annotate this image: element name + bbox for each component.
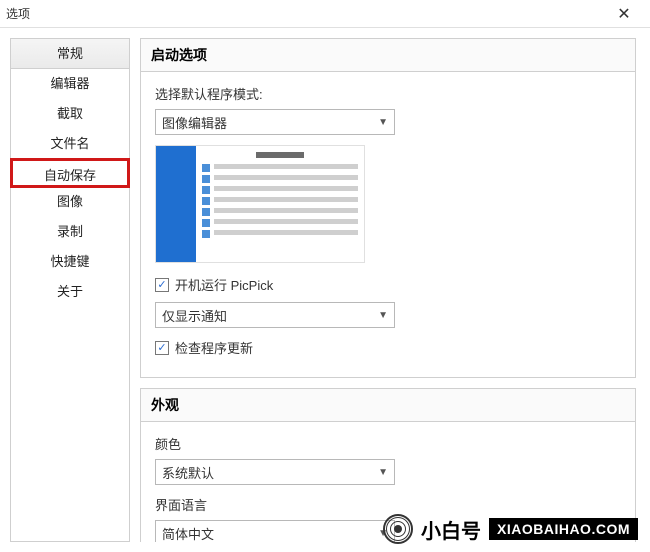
language-label: 界面语言	[155, 495, 621, 514]
default-mode-label: 选择默认程序模式:	[155, 84, 621, 103]
checkbox-icon: ✓	[155, 278, 169, 292]
default-mode-select[interactable]: 图像编辑器 ▼	[155, 109, 395, 135]
chevron-down-icon: ▼	[378, 467, 388, 478]
main-panel: 启动选项 选择默认程序模式: 图像编辑器 ▼	[140, 38, 640, 542]
sidebar-item-record[interactable]: 录制	[11, 217, 129, 247]
chevron-down-icon: ▼	[378, 117, 388, 128]
close-icon[interactable]: ✕	[604, 4, 644, 24]
autostart-label: 开机运行 PicPick	[175, 275, 273, 294]
sidebar-item-filename[interactable]: 文件名	[11, 129, 129, 159]
color-label: 颜色	[155, 434, 621, 453]
language-value: 简体中文	[162, 524, 214, 543]
default-mode-value: 图像编辑器	[162, 113, 227, 132]
color-select[interactable]: 系统默认 ▼	[155, 459, 395, 485]
sidebar-item-hotkeys[interactable]: 快捷键	[11, 247, 129, 277]
startup-section: 启动选项 选择默认程序模式: 图像编辑器 ▼	[140, 38, 636, 378]
sidebar-item-image[interactable]: 图像	[11, 187, 129, 217]
chevron-down-icon: ▼	[378, 528, 388, 539]
language-select[interactable]: 简体中文 ▼	[155, 520, 395, 542]
chevron-down-icon: ▼	[378, 310, 388, 321]
sidebar-item-capture[interactable]: 截取	[11, 99, 129, 129]
sidebar-item-general[interactable]: 常规	[11, 39, 129, 69]
window-title: 选项	[6, 5, 604, 22]
autostart-checkbox[interactable]: ✓ 开机运行 PicPick	[155, 275, 621, 294]
sidebar: 常规 编辑器 截取 文件名 自动保存 图像 录制 快捷键 关于	[10, 38, 130, 542]
appearance-section: 外观 颜色 系统默认 ▼ 界面语言 简体中文 ▼ 翻译: 上海菠萝 [blog.…	[140, 388, 636, 542]
checkbox-icon: ✓	[155, 341, 169, 355]
startup-section-title: 启动选项	[141, 39, 635, 72]
sidebar-item-about[interactable]: 关于	[11, 277, 129, 307]
sidebar-item-autosave[interactable]: 自动保存	[10, 158, 130, 188]
mode-preview-image	[155, 145, 365, 263]
autostart-mode-value: 仅显示通知	[162, 306, 227, 325]
appearance-section-title: 外观	[141, 389, 635, 422]
sidebar-item-editor[interactable]: 编辑器	[11, 69, 129, 99]
check-updates-label: 检查程序更新	[175, 338, 253, 357]
autostart-mode-select[interactable]: 仅显示通知 ▼	[155, 302, 395, 328]
check-updates-checkbox[interactable]: ✓ 检查程序更新	[155, 338, 621, 357]
color-value: 系统默认	[162, 463, 214, 482]
